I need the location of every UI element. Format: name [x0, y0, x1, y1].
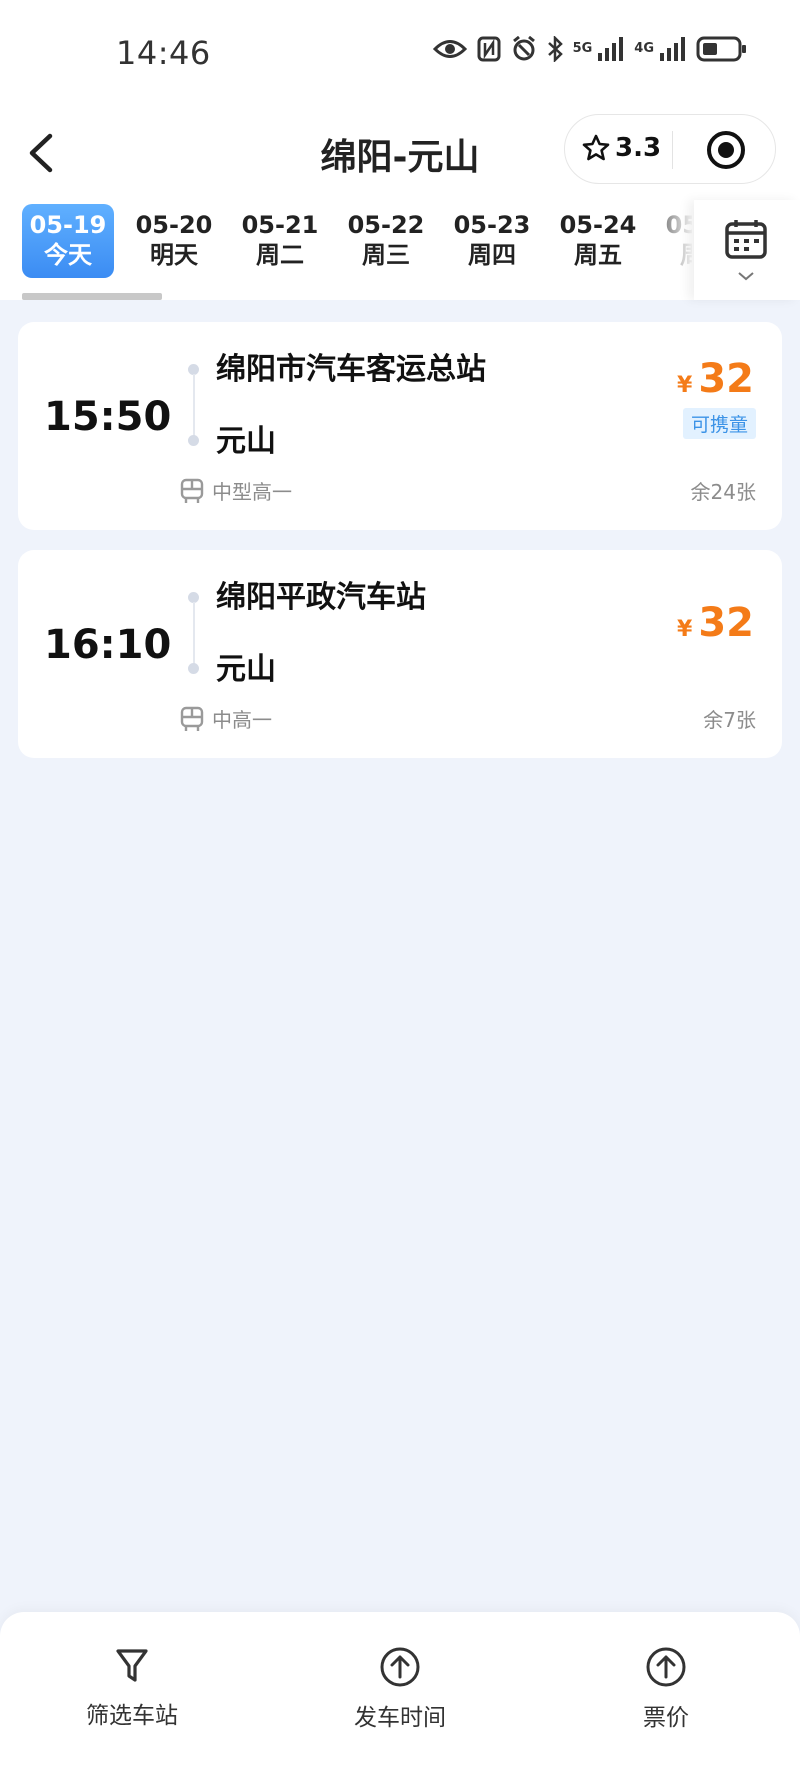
date-selector: 05-19 今天 05-20 明天 05-21 周二 05-22 周三 05-2… — [0, 200, 800, 300]
date-label: 05-22 — [347, 211, 425, 239]
signal-icon — [660, 37, 685, 61]
bus-type: 中高一 — [180, 704, 272, 733]
calendar-icon — [725, 220, 767, 259]
weekday-label: 周三 — [362, 241, 410, 269]
weekday-label: 周二 — [256, 241, 304, 269]
bus-type-label: 中高一 — [212, 708, 272, 732]
trip-card[interactable]: 15:50 绵阳市汽车客运总站 元山 中型高一 ¥32 可携童 余24张 — [18, 322, 782, 530]
date-strip: 05-19 今天 05-20 明天 05-21 周二 05-22 周三 05-2… — [22, 204, 692, 278]
ticket-price: ¥32 — [677, 600, 754, 646]
date-label: 05-19 — [29, 211, 107, 239]
nfc-icon — [477, 36, 501, 62]
child-allowed-badge: 可携童 — [682, 408, 756, 439]
sort-up-icon — [380, 1647, 420, 1687]
route-line — [193, 602, 195, 664]
mini-program-capsule: 3.3 — [564, 114, 776, 184]
date-label: 05-24 — [559, 211, 637, 239]
bus-icon — [180, 478, 204, 503]
filter-station-label: 筛选车站 — [86, 1703, 178, 1729]
weekday-label: 今天 — [44, 241, 92, 269]
price-value: 32 — [698, 356, 754, 402]
status-icons: 5G 4G — [432, 36, 748, 62]
status-bar: 14:46 5G 4G — [0, 0, 800, 110]
filter-station-button[interactable]: 筛选车站 — [52, 1646, 212, 1730]
sort-departure-time-button[interactable]: 发车时间 — [320, 1646, 480, 1732]
bus-icon — [180, 706, 204, 731]
route-line — [193, 374, 195, 436]
seats-remaining: 余24张 — [690, 480, 756, 504]
date-label: 05-21 — [241, 211, 319, 239]
ticket-price: ¥32 — [677, 356, 754, 402]
close-target-icon[interactable] — [705, 129, 747, 171]
departure-time: 16:10 — [44, 622, 172, 668]
weekday-label: 周四 — [468, 241, 516, 269]
bus-type-label: 中型高一 — [212, 480, 292, 504]
chevron-down-icon — [738, 272, 754, 281]
calendar-button[interactable] — [694, 200, 800, 300]
date-tab-0523[interactable]: 05-23 周四 — [446, 204, 538, 278]
sort-filter-bar: 筛选车站 发车时间 票价 — [0, 1612, 800, 1778]
rating-value: 3.3 — [615, 133, 662, 163]
date-label: 05-23 — [453, 211, 531, 239]
sort-price-label: 票价 — [643, 1705, 689, 1731]
weekday-label: 明天 — [150, 241, 198, 269]
date-scroll-indicator — [22, 293, 162, 300]
currency-symbol: ¥ — [677, 373, 693, 398]
sort-up-icon — [646, 1647, 686, 1687]
sort-price-button[interactable]: 票价 — [586, 1646, 746, 1732]
date-tab-0520[interactable]: 05-20 明天 — [128, 204, 220, 278]
date-tab-0524[interactable]: 05-24 周五 — [552, 204, 644, 278]
currency-symbol: ¥ — [677, 617, 693, 642]
price-value: 32 — [698, 600, 754, 646]
eye-icon — [432, 40, 467, 58]
bluetooth-icon — [547, 36, 563, 62]
origin-station: 绵阳平政汽车站 — [216, 580, 426, 615]
star-icon — [582, 134, 610, 161]
date-tab-0521[interactable]: 05-21 周二 — [234, 204, 326, 278]
nav-bar: 绵阳-元山 3.3 — [0, 110, 800, 200]
trip-card[interactable]: 16:10 绵阳平政汽车站 元山 中高一 ¥32 余7张 — [18, 550, 782, 758]
sort-departure-time-label: 发车时间 — [354, 1705, 446, 1731]
date-tab-0519[interactable]: 05-19 今天 — [22, 204, 114, 278]
date-label: 05-20 — [135, 211, 213, 239]
weekday-label: 周五 — [574, 241, 622, 269]
alarm-icon — [512, 36, 535, 61]
seats-remaining: 余7张 — [703, 708, 756, 732]
route-dot-end — [188, 435, 199, 446]
route-dot-end — [188, 663, 199, 674]
filter-icon — [116, 1649, 148, 1682]
departure-time: 15:50 — [44, 394, 172, 440]
date-tab-0522[interactable]: 05-22 周三 — [340, 204, 432, 278]
capsule-divider — [672, 131, 673, 169]
destination-station: 元山 — [216, 424, 276, 459]
signal-icon — [598, 37, 624, 61]
origin-station: 绵阳市汽车客运总站 — [216, 352, 486, 387]
network-5g-label: 5G — [572, 41, 593, 56]
network-4g-label: 4G — [634, 41, 654, 56]
bus-type: 中型高一 — [180, 476, 292, 505]
battery-icon — [696, 36, 746, 62]
destination-station: 元山 — [216, 652, 276, 687]
date-fade — [640, 200, 694, 300]
rating-button[interactable]: 3.3 — [581, 133, 661, 163]
status-time: 14:46 — [116, 34, 211, 72]
